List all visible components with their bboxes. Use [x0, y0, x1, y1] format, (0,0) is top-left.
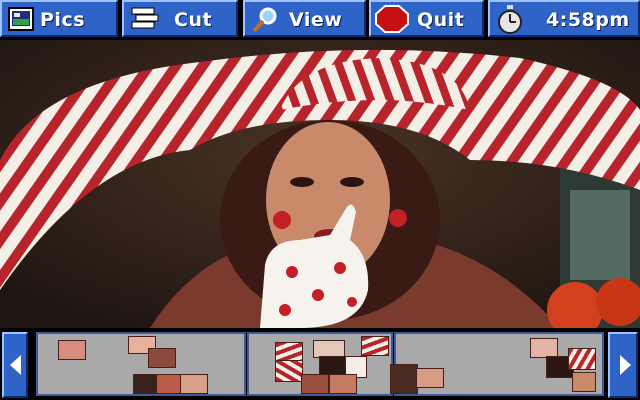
puzzle-piece[interactable] [275, 342, 303, 362]
scroll-right-button[interactable] [608, 332, 638, 398]
puzzle-image [0, 40, 640, 328]
quit-label: Quit [417, 9, 465, 31]
scroll-left-button[interactable] [2, 332, 28, 398]
puzzle-piece[interactable] [390, 364, 418, 394]
clock-display: 4:58pm [488, 0, 640, 37]
cut-pieces-icon [131, 7, 159, 29]
clock-time: 4:58pm [546, 9, 630, 31]
puzzle-piece[interactable] [329, 374, 357, 394]
puzzle-piece[interactable] [361, 336, 389, 356]
puzzle-piece[interactable] [148, 348, 176, 368]
puzzle-photo[interactable] [0, 40, 640, 328]
picture-frame-icon [8, 7, 34, 31]
left-arrow-icon [10, 355, 21, 375]
puzzle-piece[interactable] [568, 348, 596, 370]
view-button[interactable]: View [243, 0, 366, 37]
view-label: View [289, 9, 343, 31]
pics-label: Pics [40, 9, 86, 31]
puzzle-piece[interactable] [572, 372, 596, 392]
stopwatch-icon [498, 5, 522, 34]
toolbar: Pics Cut View Quit 4:58pm [0, 0, 640, 40]
piece-tray-3[interactable] [390, 332, 604, 396]
magnifier-icon [252, 7, 277, 33]
puzzle-piece[interactable] [58, 340, 86, 360]
puzzle-piece[interactable] [530, 338, 558, 358]
puzzle-piece[interactable] [275, 360, 303, 382]
piece-tray-2[interactable] [247, 332, 393, 396]
puzzle-piece[interactable] [180, 374, 208, 394]
puzzle-piece[interactable] [416, 368, 444, 388]
right-arrow-icon [620, 355, 631, 375]
quit-button[interactable]: Quit [369, 0, 484, 37]
cut-label: Cut [174, 9, 213, 31]
cut-button[interactable]: Cut [122, 0, 238, 37]
pics-button[interactable]: Pics [0, 0, 118, 37]
puzzle-piece[interactable] [301, 374, 329, 394]
piece-tray-1[interactable] [36, 332, 246, 396]
stop-sign-icon [375, 5, 409, 33]
